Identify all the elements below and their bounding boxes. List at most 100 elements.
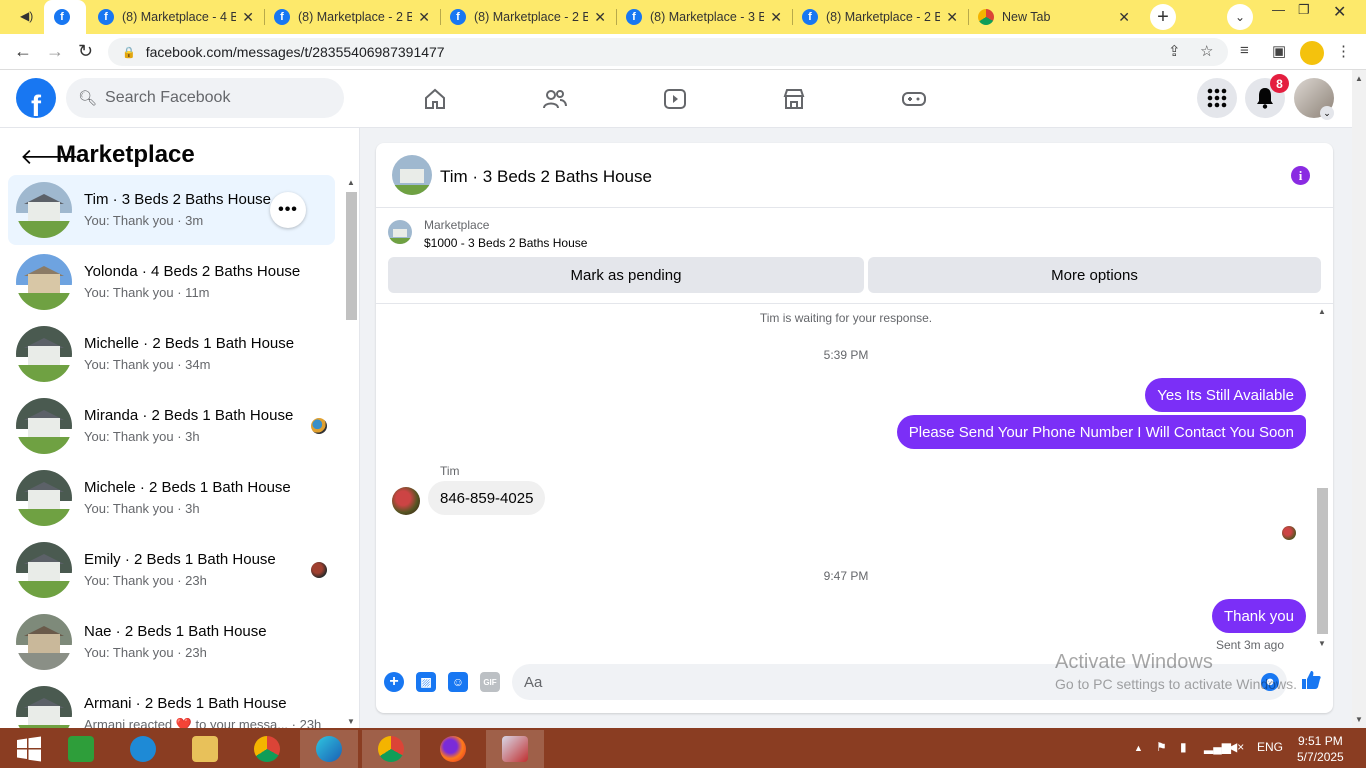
browser-profile-avatar[interactable] [1300, 41, 1324, 65]
search-input[interactable]: 🔍︎ Search Facebook [66, 78, 344, 118]
reload-icon[interactable]: ↻ [78, 41, 93, 62]
minimize-icon[interactable]: — [1272, 2, 1285, 17]
new-tab-button[interactable]: + [1150, 4, 1176, 30]
menu-dots-icon[interactable]: ⋮ [1336, 42, 1351, 60]
scroll-up-icon[interactable]: ▲ [1318, 307, 1326, 316]
watch-icon[interactable] [660, 84, 690, 114]
more-options-icon[interactable]: ••• [270, 192, 306, 228]
chrome-active-icon[interactable] [362, 730, 420, 768]
internet-explorer-icon[interactable] [114, 730, 172, 768]
conversation-item-miranda[interactable]: Miranda · 2 Beds 1 Bath House You: Thank… [8, 391, 335, 461]
back-arrow-icon[interactable]: ← [14, 41, 32, 62]
conversation-item-yolonda[interactable]: Yolonda · 4 Beds 2 Baths House You: Than… [8, 247, 335, 317]
thumbs-up-icon[interactable] [1300, 669, 1322, 697]
restore-icon[interactable]: ❐ [1298, 2, 1310, 18]
conversation-name: Emily · 2 Beds 1 Bath House [84, 551, 276, 568]
battery-icon[interactable]: ▮ [1180, 740, 1187, 754]
outgoing-message[interactable]: Yes Its Still Available [1145, 378, 1306, 412]
firefox-icon[interactable] [424, 730, 482, 768]
forward-arrow-icon[interactable]: → [46, 41, 64, 62]
windows-start-icon[interactable] [0, 730, 58, 768]
speaker-icon[interactable]: ◀) [20, 9, 33, 23]
gif-icon[interactable]: GIF [480, 672, 500, 692]
home-icon[interactable] [420, 84, 450, 114]
file-explorer-icon[interactable] [176, 730, 234, 768]
scrollbar-thumb[interactable] [346, 192, 357, 320]
tab-label: (8) Marketplace - 4 B [122, 10, 237, 24]
chrome-icon[interactable] [238, 730, 296, 768]
outgoing-message[interactable]: Thank you [1211, 599, 1306, 633]
conversation-name: Nae · 2 Beds 1 Bath House [84, 623, 267, 640]
tab-marketplace-1[interactable]: f (8) Marketplace - 4 B ✕ [88, 0, 264, 34]
menu-grid-icon[interactable] [1197, 78, 1237, 118]
conversation-item-emily[interactable]: Emily · 2 Beds 1 Bath House You: Thank y… [8, 535, 335, 605]
tab-label: New Tab [1002, 10, 1051, 24]
outgoing-message[interactable]: Please Send Your Phone Number I Will Con… [896, 415, 1306, 449]
tab-marketplace-5[interactable]: f (8) Marketplace - 2 B ✕ [792, 0, 968, 34]
lock-icon: 🔒 [122, 46, 136, 59]
chevron-down-icon[interactable]: ⌄ [1320, 106, 1334, 120]
media-queue-icon[interactable]: ≡ [1240, 42, 1249, 59]
scroll-up-icon[interactable]: ▲ [1355, 74, 1363, 83]
scroll-down-icon[interactable]: ▼ [1318, 639, 1326, 648]
page-scrollbar[interactable]: ▲ ▼ [1352, 70, 1366, 728]
close-icon[interactable]: ✕ [418, 9, 430, 26]
sender-avatar[interactable] [392, 487, 420, 515]
marketplace-icon[interactable] [779, 84, 809, 114]
tab-search-button[interactable]: ⌄ [1227, 4, 1253, 30]
flag-icon[interactable]: ⚑ [1156, 740, 1167, 754]
close-icon[interactable]: ✕ [242, 9, 254, 26]
listing-thumbnail [16, 254, 72, 310]
mark-as-pending-button[interactable]: Mark as pending [388, 257, 864, 293]
tab-marketplace-3[interactable]: f (8) Marketplace - 2 B ✕ [440, 0, 616, 34]
language-indicator[interactable]: ENG [1257, 740, 1283, 754]
friends-icon[interactable] [540, 84, 570, 114]
conversation-item-nae[interactable]: Nae · 2 Beds 1 Bath House You: Thank you… [8, 607, 335, 677]
signal-icon[interactable]: ▂▄▆ [1204, 740, 1231, 754]
listing-avatar[interactable] [392, 155, 432, 195]
share-icon[interactable]: ⇪ [1168, 42, 1181, 60]
info-icon[interactable]: i [1291, 166, 1310, 185]
edge-icon[interactable] [300, 730, 358, 768]
conversation-list-scrollbar[interactable]: ▲ ▼ [344, 176, 358, 728]
scroll-down-icon[interactable]: ▼ [1355, 715, 1363, 724]
clock[interactable]: 9:51 PM 5/7/2025 [1297, 733, 1344, 765]
tab-marketplace-4[interactable]: f (8) Marketplace - 3 B ✕ [616, 0, 792, 34]
volume-icon[interactable]: ◀× [1228, 740, 1244, 754]
gaming-icon[interactable] [899, 84, 929, 114]
photo-icon[interactable]: ▨ [416, 672, 436, 692]
listing-thumbnail [16, 398, 72, 454]
sticker-icon[interactable]: ☺ [448, 672, 468, 692]
plus-icon[interactable]: + [384, 672, 404, 692]
store-icon[interactable] [52, 730, 110, 768]
facebook-logo[interactable]: f [16, 78, 56, 118]
tab-active-facebook[interactable]: f [44, 0, 86, 34]
snipping-tool-icon[interactable] [486, 730, 544, 768]
side-panel-icon[interactable]: ▣ [1272, 42, 1286, 60]
scroll-down-icon[interactable]: ▼ [347, 717, 355, 726]
conversation-item-armani[interactable]: Armani · 2 Beds 1 Bath House Armani reac… [8, 679, 335, 728]
conversation-item-michele[interactable]: Michele · 2 Beds 1 Bath House You: Thank… [8, 463, 335, 533]
chevron-up-icon[interactable]: ▲ [1134, 743, 1143, 753]
close-window-icon[interactable]: ✕ [1333, 2, 1346, 22]
star-icon[interactable]: ☆ [1200, 42, 1213, 60]
chat-header: Tim · 3 Beds 2 Baths House i [376, 143, 1333, 208]
listing-banner: Marketplace $1000 - 3 Beds 2 Baths House… [376, 208, 1333, 304]
close-icon[interactable]: ✕ [1118, 9, 1130, 26]
conversation-item-tim[interactable]: Tim · 3 Beds 2 Baths House You: Thank yo… [8, 175, 335, 245]
listing-price[interactable]: $1000 - 3 Beds 2 Baths House [424, 236, 587, 250]
scrollbar-thumb[interactable] [1317, 488, 1328, 634]
search-icon: 🔍︎ [78, 90, 98, 107]
conversation-item-michelle[interactable]: Michelle · 2 Beds 1 Bath House You: Than… [8, 319, 335, 389]
close-icon[interactable]: ✕ [594, 9, 606, 26]
close-icon[interactable]: ✕ [770, 9, 782, 26]
more-options-button[interactable]: More options [868, 257, 1321, 293]
incoming-message[interactable]: 846-859-4025 [428, 481, 546, 515]
chat-title[interactable]: Tim · 3 Beds 2 Baths House [440, 167, 652, 187]
tab-new-tab[interactable]: New Tab ✕ [968, 0, 1140, 34]
close-icon[interactable]: ✕ [946, 9, 958, 26]
chat-scrollbar[interactable]: ▲ ▼ [1315, 305, 1329, 650]
scroll-up-icon[interactable]: ▲ [347, 178, 355, 187]
url-bar[interactable]: 🔒 facebook.com/messages/t/28355406987391… [108, 38, 1228, 66]
tab-marketplace-2[interactable]: f (8) Marketplace - 2 B ✕ [264, 0, 440, 34]
